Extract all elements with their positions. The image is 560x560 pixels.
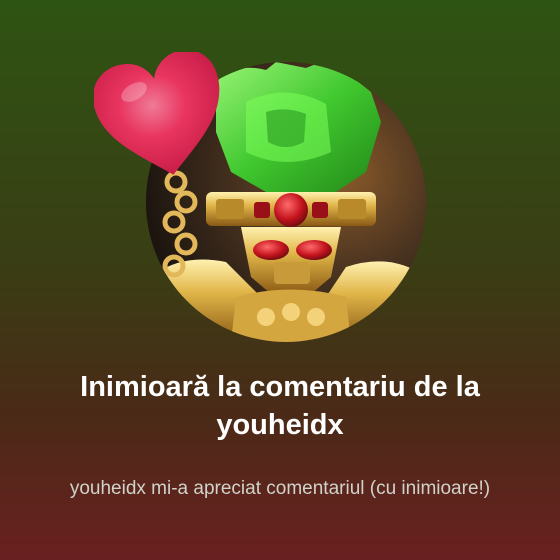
heart-icon bbox=[93, 49, 228, 180]
notification-message: youheidx mi-a apreciat comentariul (cu i… bbox=[69, 478, 491, 499]
notification-title: Inimioară la comentariu de la youheidx bbox=[80, 371, 480, 441]
notification-card[interactable]: Inimioară la comentariu de la youheidx y… bbox=[0, 0, 560, 560]
